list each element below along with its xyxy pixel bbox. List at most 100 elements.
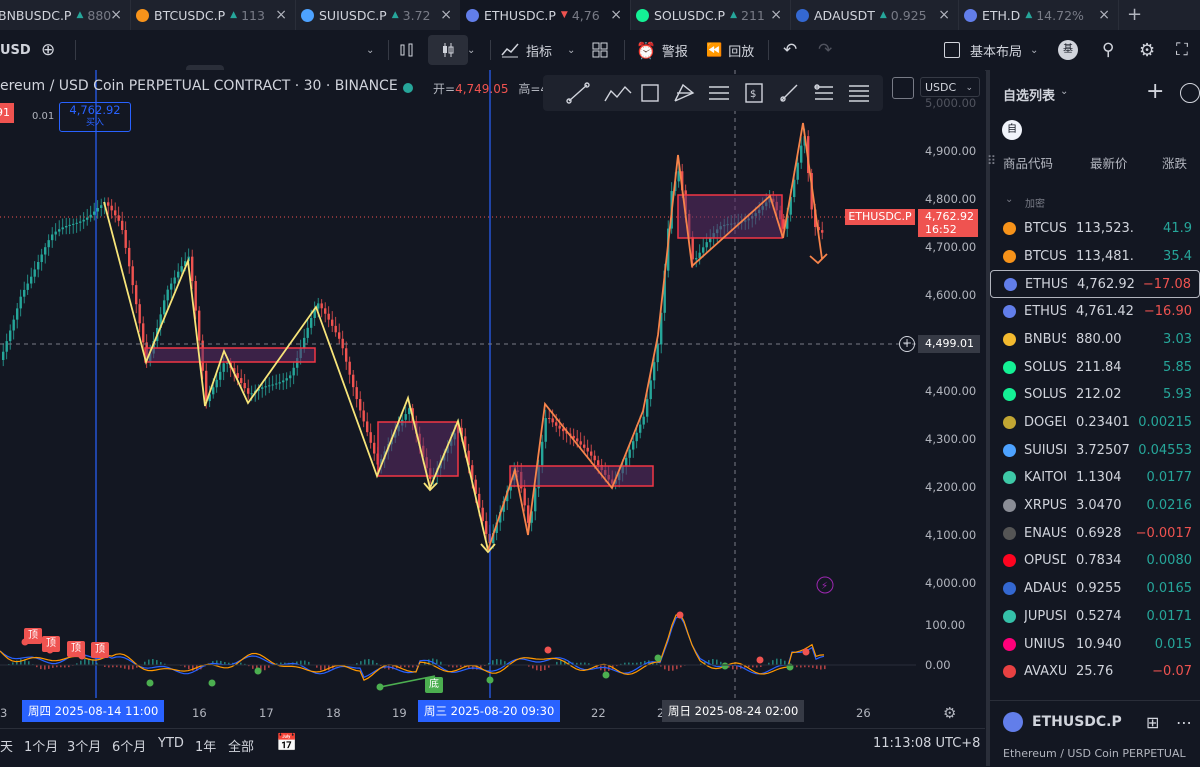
tab-btcusdc-p[interactable]: BTCUSDC.P▲113× [130,0,296,30]
close-tab-icon[interactable]: × [440,7,452,23]
range-button-6[interactable]: 全部 [228,736,254,755]
symbol-search-button[interactable]: USD [0,30,31,70]
close-tab-icon[interactable]: × [275,7,287,23]
watchlist-clock-icon[interactable] [1180,83,1200,103]
watchlist-row[interactable]: ETHUS4,762.92−17.08 [990,270,1200,298]
brush-tool-icon[interactable] [781,85,797,101]
zigzag-yellow[interactable] [104,202,488,550]
layouts-grid-icon[interactable] [591,30,609,70]
range-button-5[interactable]: 1年 [195,736,216,755]
bar-chart-type-icon[interactable] [398,30,416,70]
watchlist-row[interactable]: BNBUS880.003.03 [990,326,1200,354]
tab-eth-d[interactable]: ETH.D▲14.72%× [958,0,1119,30]
axis-settings-gear-icon[interactable]: ⚙ [943,704,956,722]
watchlist-row[interactable]: ETHUS4,761.42−16.90 [990,298,1200,326]
interval-chevron-down-icon[interactable]: ⌄ [366,30,374,70]
watchlist-row[interactable]: JUPUSI0.52740.0171 [990,603,1200,631]
chart-legend-title[interactable]: ereum / USD Coin PERPETUAL CONTRACT · 30… [0,78,398,94]
path-tool-icon[interactable] [605,87,631,101]
watchlist-chevron-icon[interactable]: ⌄ [1060,86,1068,97]
close-tab-icon[interactable]: × [610,7,622,23]
redo-icon[interactable]: ↷ [818,30,832,70]
watchlist-row[interactable]: AVAXU25.76−0.07 [990,658,1200,686]
indicators-button[interactable]: 指标 [500,30,552,70]
undo-icon[interactable]: ↶ [783,30,797,70]
candle-body [244,383,246,388]
group-chevron-icon[interactable]: ⌄ [1005,194,1013,205]
rectangle-tool-icon[interactable] [642,85,658,101]
compare-add-icon[interactable]: ⊕ [41,30,55,70]
chart-area[interactable]: ⚡ [0,70,985,726]
pattern-tool-icon[interactable] [815,85,833,99]
chart-type-chevron-icon[interactable]: ⌄ [467,30,475,70]
tab-adausdt[interactable]: ADAUSDT▲0.925× [790,0,959,30]
tab-price: 113 [241,8,265,23]
currency-select[interactable]: USDC ⌄ [920,77,980,97]
candle-body [177,272,179,278]
add-price-alert-icon[interactable]: + [899,336,915,352]
range-button-1[interactable]: 1个月 [24,736,58,755]
user-avatar[interactable]: 基 [1058,30,1078,70]
goto-date-calendar-icon[interactable]: 📅 [276,733,297,753]
watchlist-badge[interactable]: 自 [1002,120,1022,140]
replay-button[interactable]: ⏪ 回放 [706,30,754,70]
footer-symbol[interactable]: ETHUSDC.P [1032,714,1122,730]
col-last-header[interactable]: 最新价 [1090,153,1128,172]
footer-more-icon[interactable]: ⋯ [1176,713,1192,732]
add-symbol-icon[interactable]: + [1146,79,1164,104]
pitchfork-tool-icon[interactable] [675,85,693,101]
tab-ethusdc-p[interactable]: ETHUSDC.P▼4,76× [460,0,631,30]
close-tab-icon[interactable]: × [770,7,782,23]
row-last-price: 212.02 [1076,387,1146,402]
range-button-4[interactable]: YTD [158,736,184,751]
close-tab-icon[interactable]: × [938,7,950,23]
col-symbol-header[interactable]: 商品代码 [1003,153,1053,172]
watchlist-row[interactable]: ADAUS0.92550.0165 [990,575,1200,603]
buy-button[interactable]: 4,762.92 买入 [59,102,131,132]
watchlist-row[interactable]: SOLUS212.025.93 [990,381,1200,409]
fib-tool-icon[interactable] [709,87,729,99]
candle-body [646,399,648,417]
tab-suiusdc-p[interactable]: SUIUSDC.P▲3.72× [295,0,461,30]
watchlist-row[interactable]: DOGEL0.234010.00215 [990,409,1200,437]
watchlist-row[interactable]: BTCUS113,481.35.4 [990,243,1200,271]
range-button-0[interactable]: 天 [0,736,13,755]
price-chart-svg: ⚡ [0,70,985,726]
range-box-1[interactable] [145,348,315,362]
watchlist-row[interactable]: SOLUS211.845.85 [990,354,1200,382]
col-change-header[interactable]: 涨跌 [1162,153,1187,172]
utc-clock[interactable]: 11:13:08 UTC+8 [873,736,980,751]
sell-price-badge[interactable]: 91 [0,103,14,123]
price-range-tool-icon[interactable]: $ [746,84,762,102]
watchlist-row[interactable]: OPUSD0.78340.0080 [990,547,1200,575]
watchlist-row[interactable]: ENAUS0.6928−0.0017 [990,520,1200,548]
range-button-3[interactable]: 6个月 [112,736,146,755]
new-tab-button[interactable]: + [1127,4,1142,25]
layout-button[interactable]: 基本布局 ⌄ [944,30,1038,70]
fullscreen-icon[interactable]: ⛶ [1176,30,1188,70]
watchlist-row[interactable]: XRPUS3.04700.0216 [990,492,1200,520]
tab-bnbusdc-p[interactable]: BNBUSDC.P▲880× [0,0,131,30]
watchlist-row[interactable]: UNIUSI10.9400.015 [990,631,1200,659]
quick-search-icon[interactable]: ⚲ [1102,30,1114,70]
watchlist-row[interactable]: KAITOU1.13040.0177 [990,464,1200,492]
footer-grid-icon[interactable]: ⊞ [1146,713,1159,732]
more-tools-icon[interactable] [849,86,869,101]
group-label[interactable]: 加密 [1025,195,1045,210]
watchlist-title[interactable]: 自选列表 [1003,85,1055,104]
settings-gear-icon[interactable]: ⚙ [1139,30,1155,70]
trendline-tool-icon[interactable] [567,83,589,103]
close-tab-icon[interactable]: × [1098,7,1110,23]
indicators-chevron-icon[interactable]: ⌄ [567,30,575,70]
candle-body [167,290,169,301]
sync-icon[interactable] [892,77,914,99]
watchlist-row[interactable]: BTCUS113,523.41.9 [990,215,1200,243]
tab-solusdc-p[interactable]: SOLUSDC.P▲211× [630,0,791,30]
range-box-3[interactable] [510,466,653,486]
candle-chart-type-icon[interactable] [428,35,468,65]
watchlist-row[interactable]: SUIUSI3.725070.04553 [990,437,1200,465]
alert-button[interactable]: ⏰ 警报 [636,30,688,70]
range-button-2[interactable]: 3个月 [67,736,101,755]
col-grip-icon[interactable]: ⠿ [987,153,996,168]
close-tab-icon[interactable]: × [110,7,122,23]
